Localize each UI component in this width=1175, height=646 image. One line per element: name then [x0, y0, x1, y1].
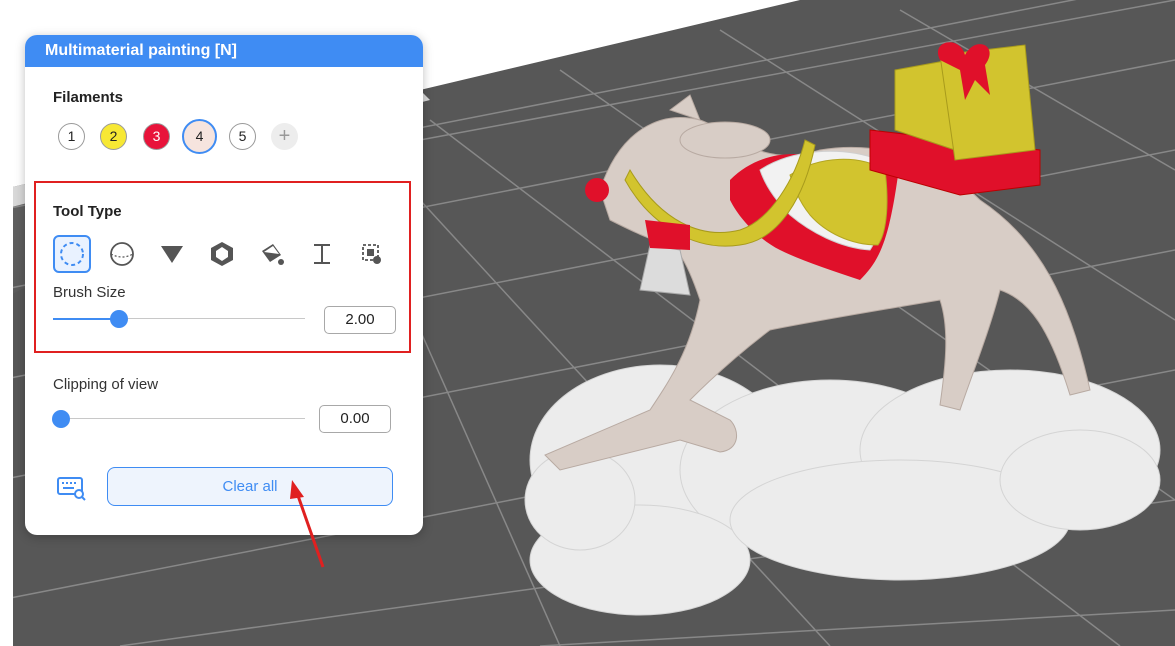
- dashed-circle-icon: [60, 242, 84, 266]
- filament-swatch-2[interactable]: 2: [100, 123, 127, 150]
- brush-size-slider-fill: [53, 318, 119, 320]
- left-sidebar-edge: [0, 30, 13, 646]
- clipping-slider-knob[interactable]: [52, 410, 70, 428]
- bucket-fill-tool-button[interactable]: [253, 235, 291, 273]
- brush-size-slider-knob[interactable]: [109, 310, 128, 328]
- filament-swatch-3[interactable]: 3: [143, 123, 170, 150]
- triangle-icon: [161, 246, 183, 263]
- triangle-brush-tool-button[interactable]: [153, 235, 191, 273]
- clipping-value-input[interactable]: 0.00: [319, 405, 391, 433]
- gap-fill-tool-button[interactable]: [303, 235, 341, 273]
- brush-size-label: Brush Size: [53, 284, 126, 301]
- clipping-of-view-label: Clipping of view: [53, 376, 159, 393]
- sphere-brush-tool-button[interactable]: [103, 235, 141, 273]
- panel-title: Multimaterial painting [N]: [25, 35, 423, 67]
- filament-swatch-5[interactable]: 5: [229, 123, 256, 150]
- clipping-slider-track[interactable]: [60, 418, 305, 419]
- filaments-label: Filaments: [53, 89, 124, 106]
- filament-swatch-1[interactable]: 1: [58, 123, 85, 150]
- sphere-icon: [110, 242, 134, 266]
- fill-tool-button[interactable]: [203, 235, 241, 273]
- clear-all-button[interactable]: Clear all: [107, 467, 393, 506]
- smart-fill-icon: [362, 244, 381, 264]
- add-filament-button[interactable]: +: [271, 123, 298, 150]
- paint-bucket-icon: [262, 244, 284, 265]
- circle-brush-tool-button[interactable]: [53, 235, 91, 273]
- gap-fill-icon: [314, 244, 330, 264]
- tool-type-label: Tool Type: [53, 203, 122, 220]
- smart-fill-tool-button[interactable]: [353, 235, 391, 273]
- hexagon-fill-icon: [211, 242, 233, 266]
- keyboard-shortcuts-icon[interactable]: [57, 475, 87, 501]
- brush-size-value-input[interactable]: 2.00: [324, 306, 396, 334]
- filament-swatch-4[interactable]: 4: [182, 119, 217, 154]
